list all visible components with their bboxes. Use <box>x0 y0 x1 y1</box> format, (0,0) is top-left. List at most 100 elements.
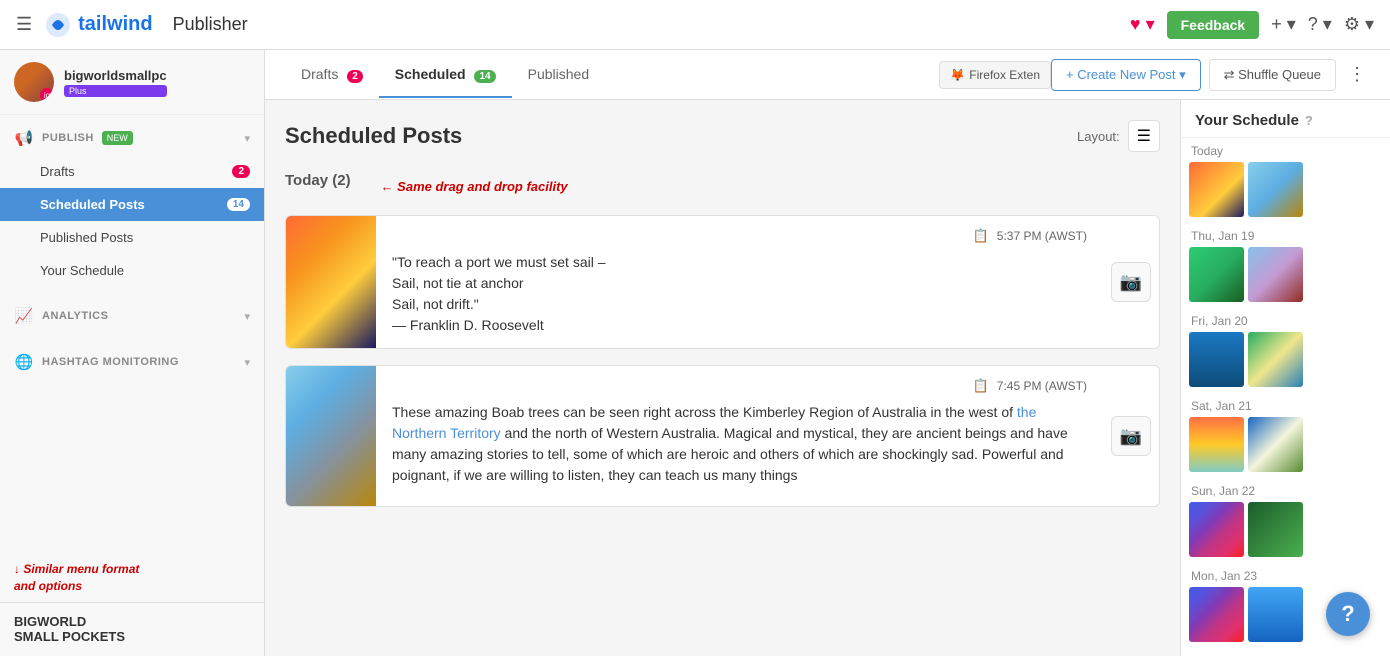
post-type-icon-1: 📋 <box>973 228 989 244</box>
instagram-badge: ig <box>40 88 54 102</box>
add-button[interactable]: + ▾ <box>1271 14 1296 35</box>
settings-button[interactable]: ⚙ ▾ <box>1344 14 1374 35</box>
day-group-row: Today (2) ← Same drag and drop facility <box>285 172 1160 201</box>
publish-section: 📢 PUBLISH NEW ▾ Drafts 2 Scheduled Posts… <box>0 115 264 293</box>
tab-published[interactable]: Published <box>512 52 606 98</box>
schedule-day-sun: Sun, Jan 22 <box>1181 478 1390 563</box>
schedule-day-fri: Fri, Jan 20 <box>1181 308 1390 393</box>
drafts-label-wrap: Drafts <box>40 164 75 179</box>
hashtag-section-header[interactable]: 🌐 HASHTAG MONITORING ▾ <box>0 345 264 379</box>
day-thumbs-today <box>1189 162 1382 217</box>
today-thumb-2 <box>1248 162 1303 217</box>
firefox-extension-button[interactable]: 🦊 Firefox Exten <box>939 61 1051 89</box>
schedule-help-icon[interactable]: ? <box>1305 113 1313 128</box>
logo-text: tailwind <box>78 13 152 36</box>
analytics-chevron: ▾ <box>244 310 250 323</box>
more-options-button[interactable]: ⋮ <box>1344 60 1370 89</box>
schedule-header: Your Schedule ? <box>1181 100 1390 138</box>
scheduled-tab-badge: 14 <box>474 70 495 83</box>
drag-hint-annotation: ← Same drag and drop facility <box>381 179 568 194</box>
sat-thumb-2 <box>1248 417 1303 472</box>
instagram-action-button-2[interactable]: 📷 <box>1111 416 1151 456</box>
published-label: Published Posts <box>40 230 133 245</box>
day-thumbs-fri <box>1189 332 1382 387</box>
day-label-today: Today <box>1189 144 1382 158</box>
schedule-label: Your Schedule <box>40 263 124 278</box>
create-new-post-button[interactable]: + Create New Post ▾ <box>1051 59 1201 91</box>
day-label-sat: Sat, Jan 21 <box>1189 399 1382 413</box>
list-layout-button[interactable]: ☰ <box>1128 120 1160 152</box>
help-button[interactable]: ? ▾ <box>1308 14 1332 35</box>
today-thumb-1 <box>1189 162 1244 217</box>
new-badge: NEW <box>102 131 133 145</box>
posts-panel: Scheduled Posts Layout: ☰ Today (2) ← Sa… <box>265 100 1180 656</box>
shuffle-queue-button[interactable]: ⇄ Shuffle Queue <box>1209 59 1336 91</box>
instagram-action-button[interactable]: 📷 <box>1111 262 1151 302</box>
posts-title: Scheduled Posts <box>285 123 462 149</box>
page-title: Publisher <box>173 14 1130 35</box>
post-card-2: 📋 7:45 PM (AWST) These amazing Boab tree… <box>285 365 1160 507</box>
publish-label: PUBLISH <box>42 132 94 144</box>
heart-button[interactable]: ♥ ▾ <box>1130 14 1155 35</box>
posts-header: Scheduled Posts Layout: ☰ <box>285 120 1160 152</box>
drafts-count: 2 <box>232 165 250 178</box>
schedule-title: Your Schedule <box>1195 112 1299 129</box>
schedule-day-sat: Sat, Jan 21 <box>1181 393 1390 478</box>
sidebar: ig bigworldsmallpc Plus 📢 PUBLISH NEW ▾ … <box>0 50 265 656</box>
drafts-tab-badge: 2 <box>347 70 363 83</box>
analytics-icon: 📈 <box>14 307 34 325</box>
post-actions-1: 📷 <box>1103 216 1159 348</box>
top-header: ☰ tailwind Publisher ♥ ▾ Feedback + ▾ ? … <box>0 0 1390 50</box>
post-thumbnail-2 <box>286 366 376 506</box>
content-area: Drafts 2 Scheduled 14 Published 🦊 Firefo… <box>265 50 1390 656</box>
mon-thumb-1 <box>1189 587 1244 642</box>
scheduled-label: Scheduled Posts <box>40 197 145 212</box>
scheduled-count: 14 <box>227 198 250 211</box>
sidebar-item-published[interactable]: Published Posts <box>0 221 264 254</box>
feedback-button[interactable]: Feedback <box>1167 11 1260 39</box>
instagram-icon-2: 📷 <box>1120 426 1142 447</box>
day-header: Today (2) <box>285 172 351 189</box>
post-card-1: 📋 5:37 PM (AWST) "To reach a port we mus… <box>285 215 1160 349</box>
thu-thumb-2 <box>1248 247 1303 302</box>
post-time-2: 7:45 PM (AWST) <box>997 379 1087 393</box>
day-label-thu: Thu, Jan 19 <box>1189 229 1382 243</box>
sun-thumb-1 <box>1189 502 1244 557</box>
hashtag-icon: 🌐 <box>14 353 34 371</box>
analytics-label: ANALYTICS <box>42 310 108 322</box>
day-thumbs-sat <box>1189 417 1382 472</box>
schedule-day-tue: Tue, Jan 24 <box>1181 648 1390 656</box>
publish-section-header[interactable]: 📢 PUBLISH NEW ▾ <box>0 121 264 155</box>
analytics-section: 📈 ANALYTICS ▾ <box>0 293 264 339</box>
day-thumbs-sun <box>1189 502 1382 557</box>
day-thumbs-thu <box>1189 247 1382 302</box>
instagram-icon: 📷 <box>1120 272 1142 293</box>
tab-drafts[interactable]: Drafts 2 <box>285 52 379 98</box>
logo: tailwind <box>44 11 152 39</box>
publish-icon: 📢 <box>14 129 34 147</box>
post-type-icon-2: 📋 <box>973 378 989 394</box>
fri-thumb-2 <box>1248 332 1303 387</box>
tab-scheduled[interactable]: Scheduled 14 <box>379 52 512 98</box>
schedule-panel: Your Schedule ? Today Thu, Jan 19 <box>1180 100 1390 656</box>
user-info: bigworldsmallpc Plus <box>64 68 167 97</box>
analytics-section-header[interactable]: 📈 ANALYTICS ▾ <box>0 299 264 333</box>
hamburger-icon[interactable]: ☰ <box>16 14 32 35</box>
sun-thumb-2 <box>1248 502 1303 557</box>
sidebar-item-scheduled[interactable]: Scheduled Posts 14 <box>0 188 264 221</box>
post-body-2: 📋 7:45 PM (AWST) These amazing Boab tree… <box>376 366 1103 506</box>
menu-hint-annotation: ↓ Similar menu formatand options <box>0 553 264 603</box>
boab-thumbnail <box>286 366 376 506</box>
post-body-1: 📋 5:37 PM (AWST) "To reach a port we mus… <box>376 216 1103 348</box>
help-bubble[interactable]: ? <box>1326 592 1370 636</box>
sat-thumb-1 <box>1189 417 1244 472</box>
mon-thumb-2 <box>1248 587 1303 642</box>
sidebar-item-schedule[interactable]: Your Schedule <box>0 254 264 287</box>
sidebar-item-drafts[interactable]: Drafts 2 <box>0 155 264 188</box>
header-actions: ♥ ▾ Feedback + ▾ ? ▾ ⚙ ▾ <box>1130 11 1374 39</box>
publish-chevron: ▾ <box>244 132 250 145</box>
day-label-mon: Mon, Jan 23 <box>1189 569 1382 583</box>
two-panel: Scheduled Posts Layout: ☰ Today (2) ← Sa… <box>265 100 1390 656</box>
tab-bar: Drafts 2 Scheduled 14 Published 🦊 Firefo… <box>265 50 1390 100</box>
post-meta-2: 📋 7:45 PM (AWST) <box>392 378 1087 394</box>
